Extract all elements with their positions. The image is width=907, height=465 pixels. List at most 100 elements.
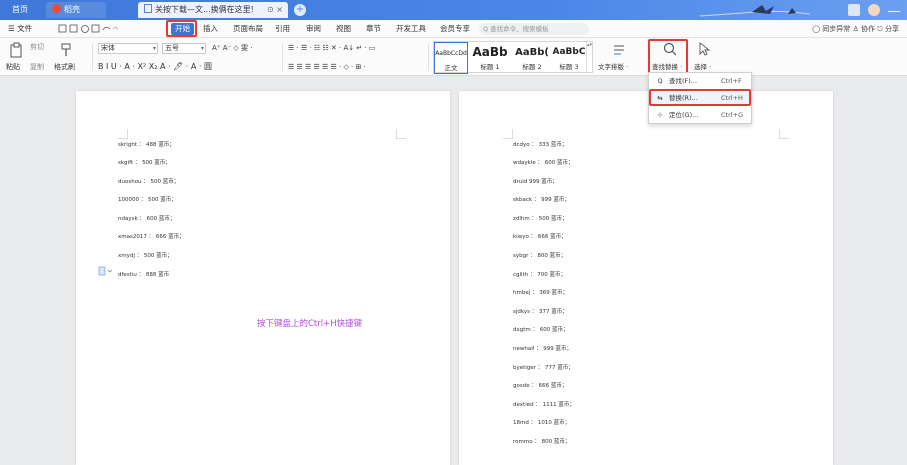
text-layout-icon[interactable] xyxy=(612,43,626,57)
list-item: byetiger ： 777 蓝币； xyxy=(513,365,574,371)
font-size-tools[interactable]: A⁺ A⁻ ◇ 雯 · xyxy=(212,43,252,53)
list-item: skback ： 999 蓝币； xyxy=(513,197,570,203)
list-item: dextied ： 1111 蓝币； xyxy=(513,402,575,408)
list-item: dcdyo ： 333 蓝币； xyxy=(513,142,568,148)
user-avatar[interactable] xyxy=(868,4,880,16)
paragraph-align-tools[interactable]: ☰ ☰ ☰ ☰ ☰ ☰ · ◇ · ⊞ · xyxy=(288,62,366,72)
menu-item-find-label: 查找(F)... xyxy=(669,77,698,85)
menu-bar: ☰ 文件 开始 插入 页面布局 引用 审阅 视图 章节 开发工具 会员专享 Q … xyxy=(0,20,907,38)
tab-home[interactable]: 首页 xyxy=(6,2,36,18)
chevron-down-icon: ▾ xyxy=(152,45,156,52)
margin-corner-mark xyxy=(503,129,513,139)
margin-corner-mark xyxy=(118,129,128,139)
paste-icon[interactable] xyxy=(10,42,24,58)
list-item: kiwyo ： 666 蓝币； xyxy=(513,234,567,240)
tab-daoke[interactable]: 稻壳 xyxy=(46,2,106,18)
menu-item-goto[interactable]: ⊹ 定位(G)... Ctrl+G xyxy=(649,109,751,122)
list-item: skgift ： 500 蓝币； xyxy=(118,160,171,166)
tab-daoke-label: 稻壳 xyxy=(64,5,80,14)
tab-member[interactable]: 会员专享 xyxy=(440,23,470,35)
file-menu[interactable]: ☰ 文件 xyxy=(8,23,32,35)
separator xyxy=(282,43,283,71)
new-tab-button[interactable]: + xyxy=(294,4,306,16)
font-size-value: 五号 xyxy=(165,44,179,52)
style-h1-preview: AaBb xyxy=(472,45,508,59)
quick-access-toolbar-icons xyxy=(58,24,118,33)
list-item: dxgtm ： 600 蓝币； xyxy=(513,327,569,333)
style-h3-preview: AaBbC xyxy=(552,47,586,57)
tab-review[interactable]: 审阅 xyxy=(306,23,321,35)
style-h1-label: 标题 1 xyxy=(480,63,500,71)
highlight-find-replace xyxy=(648,39,688,74)
list-item: cglith ： 700 蓝币； xyxy=(513,272,566,278)
margin-corner-mark xyxy=(396,129,406,139)
list-item: gosde ： 666 蓝币； xyxy=(513,383,568,389)
styles-gallery[interactable]: AaBbCcDd 正文 AaBb 标题 1 AaBb(标题 2 AaBbC 标题 3 … xyxy=(433,41,593,74)
style-h2-label: 标题 2 xyxy=(522,63,542,71)
menu-item-find-shortcut: Ctrl+F xyxy=(721,77,742,85)
cursor-arrow-icon[interactable] xyxy=(698,42,710,56)
style-normal-preview: AaBbCcDd xyxy=(435,50,467,57)
tab-page-layout[interactable]: 页面布局 xyxy=(233,23,263,35)
style-heading-1[interactable]: AaBb 标题 1 xyxy=(469,42,511,74)
list-item: sjdkys ： 377 蓝币； xyxy=(513,309,568,315)
tab-document-label: 关按下载—文...换俩在这里! xyxy=(155,5,254,14)
tab-chapter[interactable]: 章节 xyxy=(366,23,381,35)
tab-developer[interactable]: 开发工具 xyxy=(396,23,426,35)
cut-button[interactable]: 剪切 xyxy=(30,42,44,52)
ribbon-toolbar: 粘贴 剪切 复制 格式刷 宋体 ▾ 五号 ▾ A⁺ A⁻ ◇ 雯 · B I U ·… xyxy=(0,38,907,76)
window-skin-button[interactable] xyxy=(848,4,860,16)
list-item: druid 999 蓝币； xyxy=(513,179,558,185)
list-item: rommo ： 800 蓝币； xyxy=(513,439,571,445)
style-h2-preview: AaBb( xyxy=(515,47,549,58)
separator xyxy=(92,43,93,71)
text-layout-label: 文字排版 · xyxy=(598,63,629,71)
instruction-text: 按下键盘上的Ctrl+H快捷键 xyxy=(257,319,363,329)
document-page-1[interactable]: skright ： 488 蓝币； skgift ： 500 蓝币； duosh… xyxy=(76,91,450,465)
font-name-select[interactable]: 宋体 ▾ xyxy=(98,43,158,54)
style-heading-2[interactable]: AaBb( 标题 2 xyxy=(512,42,552,74)
margin-corner-mark xyxy=(779,129,789,139)
minimize-button[interactable] xyxy=(888,4,900,12)
sync-collab-share[interactable]: ◯ 同步异常 ♙ 协作 ⎋ 分享 xyxy=(812,23,899,35)
daoke-logo-icon xyxy=(52,4,61,13)
format-painter-icon[interactable] xyxy=(60,42,72,58)
paragraph-handle-icon[interactable] xyxy=(98,266,114,276)
highlight-replace-item xyxy=(649,89,751,106)
tab-view[interactable]: 视图 xyxy=(336,23,351,35)
list-item: hmbej ： 369 蓝币； xyxy=(513,290,568,296)
menu-item-goto-shortcut: Ctrl+G xyxy=(721,111,744,119)
list-item: ndaysk ： 600 蓝币； xyxy=(118,216,176,222)
font-format-tools[interactable]: B I U · A · X² X₂ A · 🖊 · A · 圆 xyxy=(98,62,212,72)
list-item: sybgr ： 800 蓝币； xyxy=(513,253,567,259)
styles-scroll-icon[interactable]: ▴▾ xyxy=(586,42,592,72)
select-button[interactable]: 选择 · xyxy=(694,62,711,72)
format-painter-label: 格式刷 xyxy=(54,63,75,71)
command-search-input[interactable]: Q 查找命令、搜索模板 xyxy=(479,23,589,35)
style-h3-label: 标题 3 xyxy=(559,63,579,71)
tab-references[interactable]: 引用 xyxy=(275,23,290,35)
list-item: xmas2017 ： 666 蓝币； xyxy=(118,234,185,240)
font-size-select[interactable]: 五号 ▾ xyxy=(162,43,206,54)
list-item: skright ： 488 蓝币； xyxy=(118,142,175,148)
tab-document[interactable]: 关按下载—文...换俩在这里! ⊙ × xyxy=(138,2,288,18)
list-item: duoshou ： 500 蓝币； xyxy=(118,179,180,185)
search-icon: Q xyxy=(657,77,663,85)
title-bar: 首页 稻壳 关按下载—文...换俩在这里! ⊙ × + xyxy=(0,0,907,20)
paragraph-list-tools[interactable]: ☰ · ☰ · ☷ ☷ ✕ · A↓ ↵ · ▭ xyxy=(288,43,375,53)
paste-label: 粘贴 xyxy=(6,63,20,71)
document-icon xyxy=(144,4,152,13)
font-name-value: 宋体 xyxy=(101,44,115,52)
style-normal[interactable]: AaBbCcDd 正文 xyxy=(434,42,468,74)
close-tab-icon[interactable]: ⊙ × xyxy=(267,2,283,18)
style-heading-3[interactable]: AaBbC 标题 3 xyxy=(552,42,586,74)
list-item: zdlhm ： 500 蓝币； xyxy=(513,216,568,222)
list-item: wdaykle ： 600 蓝币； xyxy=(513,160,574,166)
menu-item-find[interactable]: Q 查找(F)... Ctrl+F xyxy=(649,75,751,88)
copy-button[interactable]: 复制 xyxy=(30,62,44,72)
chevron-down-icon: ▾ xyxy=(200,45,204,52)
tab-insert[interactable]: 插入 xyxy=(203,23,218,35)
goto-icon: ⊹ xyxy=(657,111,663,119)
document-page-2[interactable]: dcdyo ： 333 蓝币； wdaykle ： 600 蓝币； druid … xyxy=(459,91,833,465)
decorative-bird-icon xyxy=(700,5,810,17)
